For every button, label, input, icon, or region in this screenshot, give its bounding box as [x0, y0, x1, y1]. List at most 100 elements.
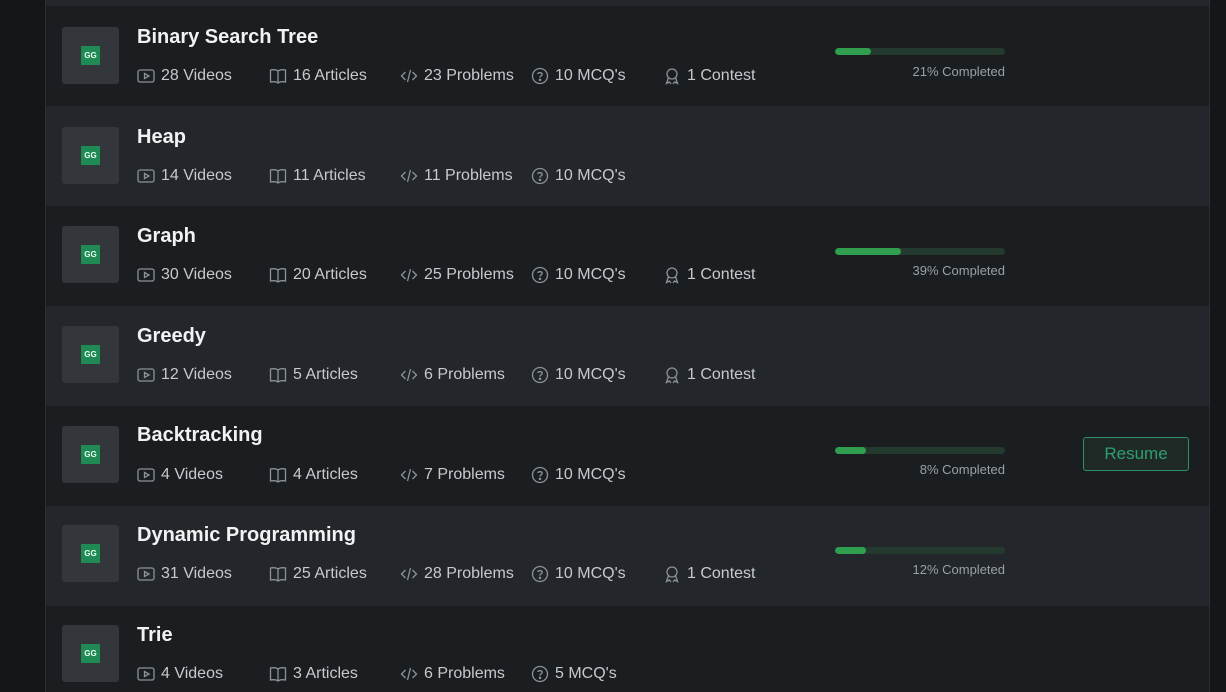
resume-button[interactable]: Resume — [1083, 437, 1189, 471]
mcq-count: 10 MCQ's — [531, 466, 626, 484]
question-circle-icon — [531, 67, 549, 85]
course-title[interactable]: Graph — [137, 225, 196, 248]
videos-label: 31 Videos — [161, 565, 232, 582]
articles-count: 16 Articles — [269, 67, 367, 85]
mcq-count: 10 MCQ's — [531, 67, 626, 85]
code-icon — [400, 169, 418, 183]
mcq-label: 10 MCQ's — [555, 565, 626, 582]
code-icon — [400, 667, 418, 681]
problems-label: 11 Problems — [424, 167, 513, 184]
progress-label: 8% Completed — [919, 462, 1005, 477]
course-title[interactable]: Heap — [137, 126, 186, 149]
mcq-label: 10 MCQ's — [555, 266, 626, 283]
book-icon — [269, 69, 287, 84]
videos-count: 30 Videos — [137, 266, 232, 284]
course-row-backtracking[interactable]: GG Backtracking 4 Videos 4 Articles 7 Pr… — [46, 406, 1209, 506]
mcq-count: 10 MCQ's — [531, 167, 626, 185]
mcq-label: 10 MCQ's — [555, 67, 626, 84]
problems-label: 6 Problems — [424, 366, 505, 383]
problems-count: 6 Problems — [400, 665, 505, 683]
problems-count: 6 Problems — [400, 366, 505, 384]
articles-label: 16 Articles — [293, 67, 367, 84]
videos-label: 4 Videos — [161, 665, 223, 682]
play-icon — [137, 69, 155, 83]
progress-bar — [835, 248, 1005, 255]
book-icon — [269, 468, 287, 483]
course-row-greedy[interactable]: GG Greedy 12 Videos 5 Articles 6 Problem… — [46, 306, 1209, 406]
course-row-graph[interactable]: GG Graph 30 Videos 20 Articles 25 Proble… — [46, 206, 1209, 306]
contest-label: 1 Contest — [687, 366, 756, 383]
problems-count: 23 Problems — [400, 67, 514, 85]
videos-count: 31 Videos — [137, 565, 232, 583]
articles-label: 3 Articles — [293, 665, 358, 682]
course-row-trie[interactable]: GG Trie 4 Videos 3 Articles 6 Problems 5… — [46, 606, 1209, 692]
course-title[interactable]: Greedy — [137, 325, 206, 348]
course-row-dynamic-programming[interactable]: GG Dynamic Programming 31 Videos 25 Arti… — [46, 506, 1209, 606]
articles-label: 5 Articles — [293, 366, 358, 383]
videos-label: 12 Videos — [161, 366, 232, 383]
gfg-logo-icon: GG — [81, 46, 100, 65]
gfg-logo-icon: GG — [81, 445, 100, 464]
mcq-count: 10 MCQ's — [531, 565, 626, 583]
award-icon — [665, 367, 679, 384]
progress-fill — [835, 547, 866, 554]
problems-label: 6 Problems — [424, 665, 505, 682]
play-icon — [137, 567, 155, 581]
play-icon — [137, 667, 155, 681]
course-thumbnail: GG — [62, 426, 119, 483]
gfg-logo-icon: GG — [81, 245, 100, 264]
contest-label: 1 Contest — [687, 565, 756, 582]
problems-count: 7 Problems — [400, 466, 505, 484]
mcq-label: 10 MCQ's — [555, 366, 626, 383]
contest-label: 1 Contest — [687, 266, 756, 283]
course-title[interactable]: Backtracking — [137, 424, 263, 447]
course-thumbnail: GG — [62, 27, 119, 84]
course-title[interactable]: Binary Search Tree — [137, 26, 318, 49]
articles-label: 20 Articles — [293, 266, 367, 283]
articles-count: 20 Articles — [269, 266, 367, 284]
articles-count: 3 Articles — [269, 665, 358, 683]
mcq-label: 10 MCQ's — [555, 466, 626, 483]
videos-count: 14 Videos — [137, 167, 232, 185]
book-icon — [269, 169, 287, 184]
problems-count: 28 Problems — [400, 565, 514, 583]
course-list-panel: GG Binary Search Tree 28 Videos 16 Artic… — [45, 0, 1210, 692]
videos-count: 12 Videos — [137, 366, 232, 384]
progress-label: 12% Completed — [912, 562, 1006, 577]
articles-label: 4 Articles — [293, 466, 358, 483]
book-icon — [269, 368, 287, 383]
play-icon — [137, 368, 155, 382]
question-circle-icon — [531, 665, 549, 683]
progress-bar — [835, 447, 1005, 454]
question-circle-icon — [531, 266, 549, 284]
question-circle-icon — [531, 167, 549, 185]
videos-label: 30 Videos — [161, 266, 232, 283]
videos-count: 28 Videos — [137, 67, 232, 85]
course-title[interactable]: Dynamic Programming — [137, 524, 356, 547]
contest-count: 1 Contest — [663, 565, 755, 583]
contest-count: 1 Contest — [663, 266, 755, 284]
course-thumbnail: GG — [62, 127, 119, 184]
videos-label: 4 Videos — [161, 466, 223, 483]
progress-fill — [835, 447, 866, 454]
code-icon — [400, 69, 418, 83]
videos-count: 4 Videos — [137, 466, 223, 484]
question-circle-icon — [531, 565, 549, 583]
contest-count: 1 Contest — [663, 366, 755, 384]
gfg-logo-icon: GG — [81, 146, 100, 165]
course-row-binary-search-tree[interactable]: GG Binary Search Tree 28 Videos 16 Artic… — [46, 6, 1209, 106]
course-row-heap[interactable]: GG Heap 14 Videos 11 Articles 11 Problem… — [46, 106, 1209, 206]
progress-bar — [835, 547, 1005, 554]
code-icon — [400, 567, 418, 581]
articles-count: 5 Articles — [269, 366, 358, 384]
progress-fill — [835, 248, 902, 255]
progress-fill — [835, 48, 871, 55]
articles-label: 11 Articles — [293, 167, 366, 184]
progress-label: 21% Completed — [912, 64, 1006, 79]
question-circle-icon — [531, 366, 549, 384]
code-icon — [400, 268, 418, 282]
mcq-count: 5 MCQ's — [531, 665, 617, 683]
course-title[interactable]: Trie — [137, 624, 173, 647]
problems-label: 28 Problems — [424, 565, 514, 582]
mcq-label: 5 MCQ's — [555, 665, 617, 682]
